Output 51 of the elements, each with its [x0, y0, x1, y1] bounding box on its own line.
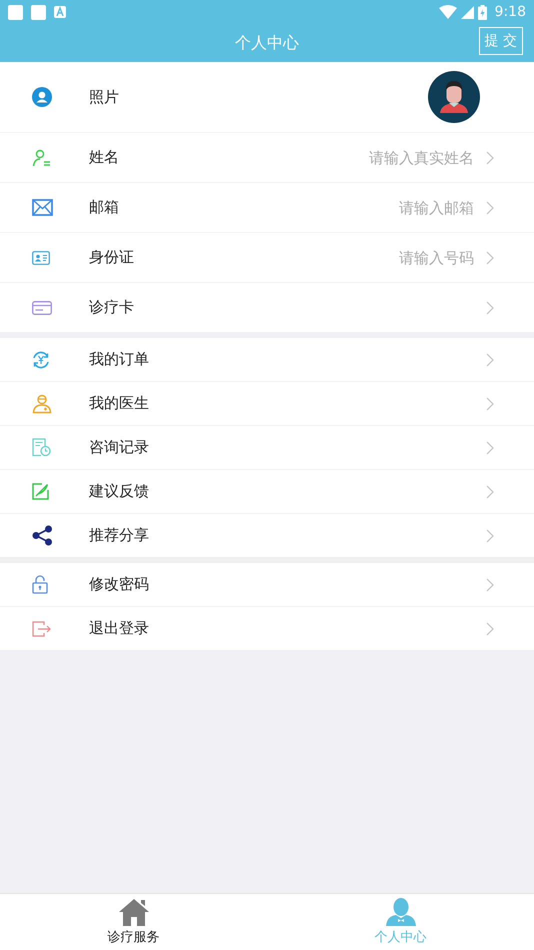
share-icon: [32, 525, 53, 546]
row-label: 照片: [89, 88, 119, 106]
status-time: 9:18: [494, 4, 526, 20]
row-label: 退出登录: [89, 619, 149, 638]
id-card-icon: [32, 250, 50, 264]
row-label: 推荐分享: [89, 526, 149, 545]
signal-icon: [460, 6, 474, 18]
person-icon: [386, 898, 416, 926]
row-label: 姓名: [89, 148, 119, 167]
chevron-right-icon[interactable]: [486, 484, 494, 498]
battery-icon: [478, 4, 487, 20]
notification-icon: [54, 6, 66, 18]
chevron-right-icon[interactable]: [486, 578, 494, 592]
document-clock-icon: [32, 438, 51, 457]
doctor-icon: [32, 394, 52, 414]
row-label: 建议反馈: [89, 482, 149, 501]
exit-icon: [32, 620, 51, 636]
text-field[interactable]: 请输入真实姓名: [119, 146, 474, 168]
row-label: 诊疗卡: [89, 298, 134, 317]
chevron-right-icon[interactable]: [486, 300, 494, 314]
row-label: 我的医生: [89, 394, 149, 413]
text-field[interactable]: 请输入邮箱: [119, 196, 474, 218]
chevron-right-icon[interactable]: [486, 440, 494, 454]
notification-icon: [31, 4, 46, 20]
chevron-right-icon[interactable]: [486, 396, 494, 410]
tab[interactable]: 诊疗服务: [0, 894, 267, 950]
chevron-right-icon[interactable]: [486, 150, 494, 164]
envelope-icon: [32, 199, 53, 216]
row-label: 我的订单: [89, 350, 149, 369]
chevron-right-icon[interactable]: [486, 528, 494, 542]
card-icon: [32, 300, 52, 314]
row-label: 邮箱: [89, 198, 119, 217]
chevron-right-icon[interactable]: [486, 622, 494, 636]
wifi-icon: [438, 5, 457, 19]
row-label: 咨询记录: [89, 438, 149, 457]
row-label: 修改密码: [89, 575, 149, 594]
chevron-right-icon[interactable]: [486, 250, 494, 264]
person-lines-icon: [32, 148, 52, 168]
pencil-square-icon: [32, 483, 49, 500]
page-title: 个人中心: [235, 32, 299, 54]
tab[interactable]: 个人中心: [267, 894, 534, 950]
notification-icon: [8, 4, 23, 20]
row-label: 身份证: [89, 248, 134, 267]
chevron-right-icon[interactable]: [486, 352, 494, 366]
chevron-right-icon[interactable]: [486, 200, 494, 214]
lock-icon: [32, 575, 48, 594]
text-field[interactable]: 请输入号码: [134, 246, 474, 268]
yen-cycle-icon: [32, 350, 50, 368]
submit-button[interactable]: 提 交: [478, 27, 523, 55]
person-icon: [32, 87, 52, 107]
home-icon: [118, 898, 150, 926]
